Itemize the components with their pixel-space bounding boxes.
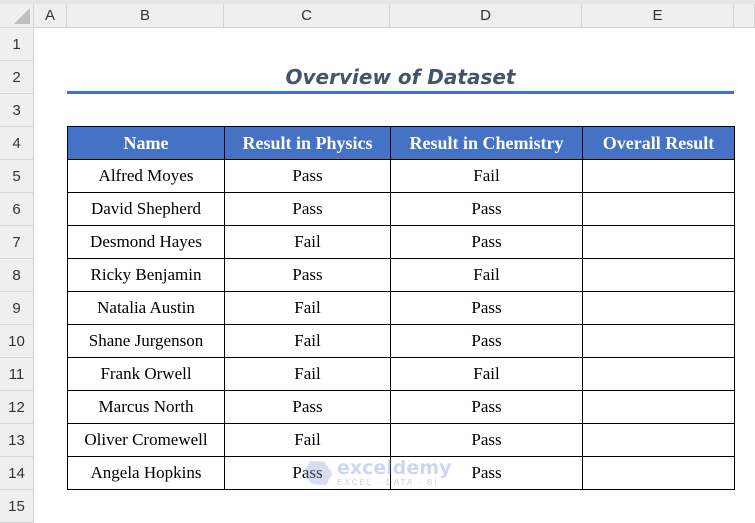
physics-cell[interactable]: Pass [224, 192, 391, 226]
overall-cell[interactable] [582, 258, 735, 292]
overall-cell[interactable] [582, 357, 735, 391]
chemistry-cell[interactable]: Pass [390, 291, 583, 325]
row-header[interactable]: 7 [0, 226, 34, 259]
row-header[interactable]: 8 [0, 259, 34, 292]
overall-cell[interactable] [582, 423, 735, 457]
physics-cell[interactable]: Fail [224, 357, 391, 391]
overall-cell[interactable] [582, 291, 735, 325]
table-row: Ricky Benjamin Pass Fail [67, 258, 735, 292]
row-header[interactable]: 13 [0, 424, 34, 457]
table-row: Shane Jurgenson Fail Pass [67, 324, 735, 358]
name-cell[interactable]: Natalia Austin [67, 291, 225, 325]
column-header[interactable] [734, 4, 755, 28]
table-row: David Shepherd Pass Pass [67, 192, 735, 226]
chemistry-cell[interactable]: Pass [390, 225, 583, 259]
chemistry-cell[interactable]: Pass [390, 192, 583, 226]
name-cell[interactable]: Shane Jurgenson [67, 324, 225, 358]
table-row: Angela Hopkins Pass Pass [67, 456, 735, 490]
sheet-title: Overview of Dataset [285, 64, 516, 89]
chemistry-cell[interactable]: Pass [390, 456, 583, 490]
header-name[interactable]: Name [67, 126, 225, 160]
name-cell[interactable]: Desmond Hayes [67, 225, 225, 259]
row-header[interactable]: 11 [0, 358, 34, 391]
overall-cell[interactable] [582, 456, 735, 490]
table-row: Frank Orwell Fail Fail [67, 357, 735, 391]
select-all-button[interactable] [0, 4, 34, 28]
name-cell[interactable]: Angela Hopkins [67, 456, 225, 490]
physics-cell[interactable]: Fail [224, 225, 391, 259]
row-header[interactable]: 15 [0, 490, 34, 523]
overall-cell[interactable] [582, 159, 735, 193]
row-header[interactable]: 10 [0, 325, 34, 358]
column-header[interactable]: B [67, 4, 224, 28]
physics-cell[interactable]: Pass [224, 258, 391, 292]
overall-cell[interactable] [582, 225, 735, 259]
column-header[interactable]: C [224, 4, 390, 28]
physics-cell[interactable]: Pass [224, 390, 391, 424]
row-header[interactable]: 12 [0, 391, 34, 424]
title-underline [67, 91, 734, 94]
dataset-table: Name Result in Physics Result in Chemist… [67, 126, 735, 490]
name-cell[interactable]: Ricky Benjamin [67, 258, 225, 292]
column-header[interactable]: E [582, 4, 734, 28]
row-header[interactable]: 4 [0, 127, 34, 160]
physics-cell[interactable]: Fail [224, 423, 391, 457]
row-header[interactable]: 14 [0, 457, 34, 490]
physics-cell[interactable]: Pass [224, 159, 391, 193]
row-header[interactable]: 1 [0, 28, 34, 61]
physics-cell[interactable]: Fail [224, 291, 391, 325]
header-physics[interactable]: Result in Physics [224, 126, 391, 160]
header-overall[interactable]: Overall Result [582, 126, 735, 160]
row-header[interactable]: 2 [0, 61, 34, 94]
column-header[interactable]: A [34, 4, 67, 28]
column-header[interactable]: D [390, 4, 582, 28]
overall-cell[interactable] [582, 324, 735, 358]
name-cell[interactable]: Frank Orwell [67, 357, 225, 391]
header-row: Name Result in Physics Result in Chemist… [67, 126, 735, 160]
physics-cell[interactable]: Pass [224, 456, 391, 490]
table-row: Alfred Moyes Pass Fail [67, 159, 735, 193]
name-cell[interactable]: Oliver Cromewell [67, 423, 225, 457]
name-cell[interactable]: David Shepherd [67, 192, 225, 226]
chemistry-cell[interactable]: Pass [390, 423, 583, 457]
header-chemistry[interactable]: Result in Chemistry [390, 126, 583, 160]
chemistry-cell[interactable]: Pass [390, 324, 583, 358]
row-header[interactable]: 3 [0, 94, 34, 127]
name-cell[interactable]: Marcus North [67, 390, 225, 424]
row-header[interactable]: 6 [0, 193, 34, 226]
chemistry-cell[interactable]: Fail [390, 159, 583, 193]
physics-cell[interactable]: Fail [224, 324, 391, 358]
table-row: Desmond Hayes Fail Pass [67, 225, 735, 259]
overall-cell[interactable] [582, 192, 735, 226]
overall-cell[interactable] [582, 390, 735, 424]
chemistry-cell[interactable]: Pass [390, 390, 583, 424]
chemistry-cell[interactable]: Fail [390, 258, 583, 292]
chemistry-cell[interactable]: Fail [390, 357, 583, 391]
table-row: Marcus North Pass Pass [67, 390, 735, 424]
row-header[interactable]: 5 [0, 160, 34, 193]
name-cell[interactable]: Alfred Moyes [67, 159, 225, 193]
row-header[interactable]: 9 [0, 292, 34, 325]
table-row: Oliver Cromewell Fail Pass [67, 423, 735, 457]
table-row: Natalia Austin Fail Pass [67, 291, 735, 325]
